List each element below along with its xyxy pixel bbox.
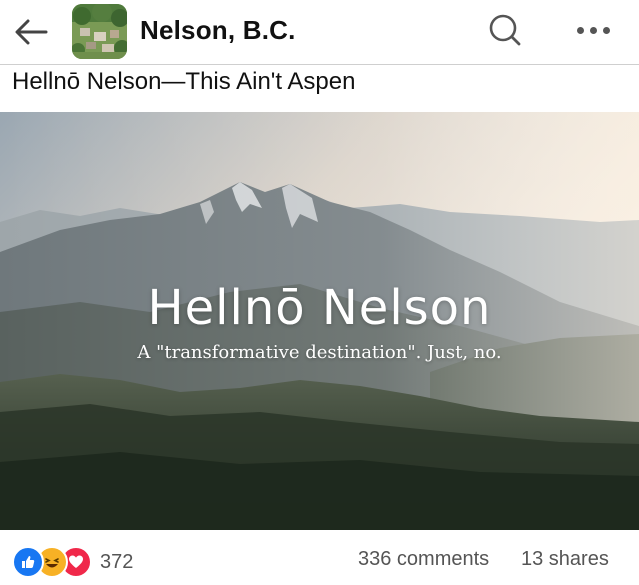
search-icon	[489, 14, 521, 46]
post-image[interactable]: Hellnō Nelson A "transformative destinat…	[0, 112, 639, 530]
post-title[interactable]: Hellnō Nelson—This Ain't Aspen	[12, 68, 355, 96]
image-subheadline: A "transformative destination". Just, no…	[137, 342, 502, 363]
back-button[interactable]	[12, 14, 50, 50]
shares-count[interactable]: 13 shares	[521, 548, 609, 571]
more-options-button[interactable]	[573, 16, 613, 44]
page-name[interactable]: Nelson, B.C.	[140, 15, 296, 46]
image-headline: Hellnō Nelson	[147, 280, 492, 336]
header-divider	[0, 64, 639, 65]
more-dot	[602, 26, 610, 34]
like-icon	[12, 546, 44, 578]
reaction-count: 372	[100, 550, 134, 573]
arrow-left-icon	[15, 19, 48, 45]
top-bar: Nelson, B.C.	[0, 0, 639, 64]
reactions-summary[interactable]: 372	[12, 546, 133, 578]
more-dot	[589, 26, 597, 34]
page-avatar[interactable]	[72, 4, 127, 59]
engagement-bar: 372 336 comments 13 shares	[0, 530, 639, 585]
search-button[interactable]	[487, 12, 523, 48]
more-options-icon	[576, 26, 584, 34]
comments-count[interactable]: 336 comments	[358, 548, 489, 571]
